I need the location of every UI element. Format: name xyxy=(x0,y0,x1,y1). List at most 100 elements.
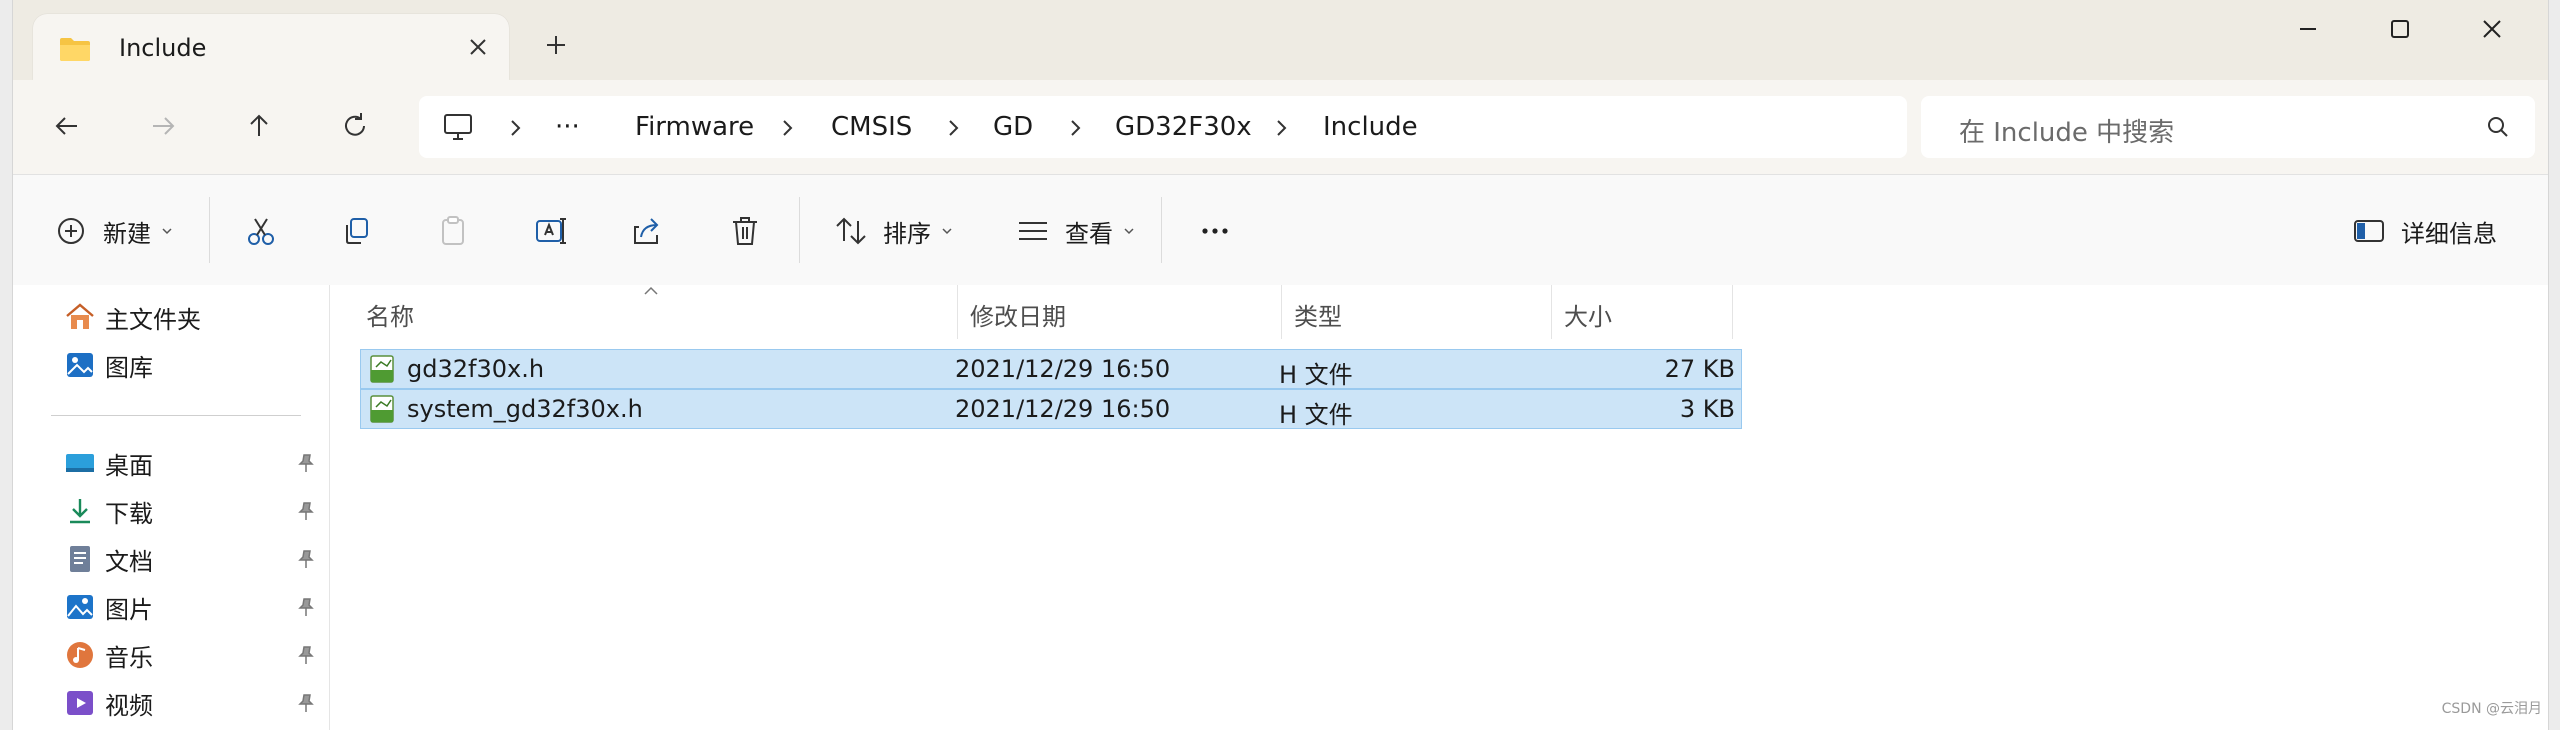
breadcrumb-gd32f30x[interactable]: GD32F30x xyxy=(1115,112,1252,142)
search-box[interactable]: 在 Include 中搜索 xyxy=(1921,96,2535,158)
pictures-icon xyxy=(67,595,93,619)
search-placeholder[interactable]: 在 Include 中搜索 xyxy=(1959,112,2174,149)
sidebar-item-desktop[interactable]: 桌面 xyxy=(63,443,153,483)
breadcrumb-firmware[interactable]: Firmware xyxy=(635,112,754,142)
watermark: CSDN @云泪月 xyxy=(2441,701,2542,717)
column-divider[interactable] xyxy=(957,285,958,339)
more-button[interactable] xyxy=(1195,209,1235,253)
address-bar[interactable]: ··· Firmware CMSIS GD GD32F30x Include xyxy=(419,96,1907,158)
file-modified: 2021/12/29 16:50 xyxy=(955,355,1171,383)
chevron-right-icon[interactable] xyxy=(777,114,799,142)
up-button[interactable] xyxy=(241,108,277,144)
file-size: 3 KB xyxy=(1679,395,1735,423)
sidebar-item-documents[interactable]: 文档 xyxy=(63,539,153,579)
cut-button[interactable] xyxy=(241,209,281,253)
c-header-file-icon xyxy=(370,395,394,423)
file-name: system_gd32f30x.h xyxy=(407,395,643,423)
rename-icon xyxy=(536,218,566,244)
rename-button[interactable] xyxy=(531,209,571,253)
music-icon xyxy=(67,642,93,668)
copy-icon xyxy=(346,218,368,244)
title-bar: Include xyxy=(13,0,2548,80)
sidebar-item-home[interactable]: 主文件夹 xyxy=(63,297,201,337)
sidebar-item-gallery[interactable]: 图库 xyxy=(63,345,153,385)
pin-icon[interactable] xyxy=(295,548,317,570)
sidebar-item-label: 音乐 xyxy=(105,643,153,672)
gallery-icon xyxy=(67,353,93,377)
breadcrumb-gd[interactable]: GD xyxy=(993,112,1033,142)
sidebar-item-music[interactable]: 音乐 xyxy=(63,635,153,675)
column-divider[interactable] xyxy=(1551,285,1552,339)
chevron-right-icon[interactable] xyxy=(505,114,527,142)
column-header-type[interactable]: 类型 xyxy=(1294,297,1342,332)
file-modified: 2021/12/29 16:50 xyxy=(955,395,1171,423)
breadcrumb-include[interactable]: Include xyxy=(1323,112,1418,142)
column-divider[interactable] xyxy=(1732,285,1733,339)
close-icon[interactable] xyxy=(463,32,493,62)
paste-icon xyxy=(442,216,464,245)
delete-button[interactable] xyxy=(725,209,765,253)
videos-icon xyxy=(67,691,93,715)
plus-icon[interactable] xyxy=(541,30,571,60)
refresh-button[interactable] xyxy=(337,108,373,144)
search-icon xyxy=(2488,117,2508,137)
tab-include[interactable]: Include xyxy=(33,14,509,80)
sort-button[interactable]: 排序 xyxy=(831,209,955,253)
column-header-size[interactable]: 大小 xyxy=(1564,297,1612,332)
file-type: H 文件 xyxy=(1279,361,1353,389)
maximize-icon[interactable] xyxy=(2385,14,2415,44)
sort-ascending-icon xyxy=(644,286,658,295)
arrow-right-icon xyxy=(153,117,175,135)
share-button[interactable] xyxy=(627,209,667,253)
command-bar: 新建 排序 查看 详细信息 xyxy=(13,174,2548,286)
view-button[interactable]: 查看 xyxy=(1013,209,1137,253)
minimize-icon[interactable] xyxy=(2293,14,2323,44)
pin-icon[interactable] xyxy=(295,452,317,474)
back-button[interactable] xyxy=(49,108,85,144)
column-divider[interactable] xyxy=(1281,285,1282,339)
breadcrumb-cmsis[interactable]: CMSIS xyxy=(831,112,912,142)
column-header-name[interactable]: 名称 xyxy=(366,297,414,332)
table-row[interactable]: system_gd32f30x.h 2021/12/29 16:50 H 文件 … xyxy=(360,389,1742,429)
column-header-modified[interactable]: 修改日期 xyxy=(970,297,1066,332)
download-icon xyxy=(70,499,90,524)
add-circle-icon xyxy=(58,218,84,244)
sidebar-item-downloads[interactable]: 下载 xyxy=(63,491,153,531)
file-explorer-window: Include ··· Firmware CMSIS GD GD32F30x I… xyxy=(12,0,2549,730)
details-pane-icon xyxy=(2354,220,2384,242)
share-icon xyxy=(634,218,659,244)
new-button[interactable]: 新建 xyxy=(51,209,175,253)
pin-icon[interactable] xyxy=(295,644,317,666)
file-name: gd32f30x.h xyxy=(407,355,545,383)
breadcrumb-overflow[interactable]: ··· xyxy=(555,112,580,142)
chevron-right-icon[interactable] xyxy=(943,114,965,142)
trash-icon xyxy=(733,217,757,245)
pin-icon[interactable] xyxy=(295,500,317,522)
chevron-right-icon[interactable] xyxy=(1271,114,1293,142)
table-row[interactable]: gd32f30x.h 2021/12/29 16:50 H 文件 27 KB xyxy=(360,349,1742,389)
this-pc-icon[interactable] xyxy=(441,110,475,144)
desktop-icon xyxy=(66,454,94,472)
pin-icon[interactable] xyxy=(295,596,317,618)
paste-button[interactable] xyxy=(433,209,473,253)
sidebar-item-label: 图库 xyxy=(105,353,153,382)
copy-button[interactable] xyxy=(337,209,377,253)
documents-icon xyxy=(70,546,90,572)
view-label: 查看 xyxy=(1065,219,1113,248)
forward-button[interactable] xyxy=(145,108,181,144)
file-type: H 文件 xyxy=(1279,401,1353,429)
separator xyxy=(209,197,210,263)
details-pane-button[interactable]: 详细信息 xyxy=(2349,209,2497,253)
scissors-icon xyxy=(248,218,274,245)
tab-title: Include xyxy=(119,34,207,62)
chevron-right-icon[interactable] xyxy=(1065,114,1087,142)
c-header-file-icon xyxy=(370,355,394,383)
sidebar-item-videos[interactable]: 视频 xyxy=(63,683,153,723)
navigation-bar: ··· Firmware CMSIS GD GD32F30x Include 在… xyxy=(13,80,2548,174)
sidebar-item-pictures[interactable]: 图片 xyxy=(63,587,153,627)
navigation-pane: 主文件夹 图库 桌面 下载 文档 图片 音乐 视频 xyxy=(13,285,330,730)
refresh-icon xyxy=(345,113,365,136)
chevron-down-icon xyxy=(942,228,952,235)
pin-icon[interactable] xyxy=(295,692,317,714)
window-close-icon[interactable] xyxy=(2477,14,2507,44)
